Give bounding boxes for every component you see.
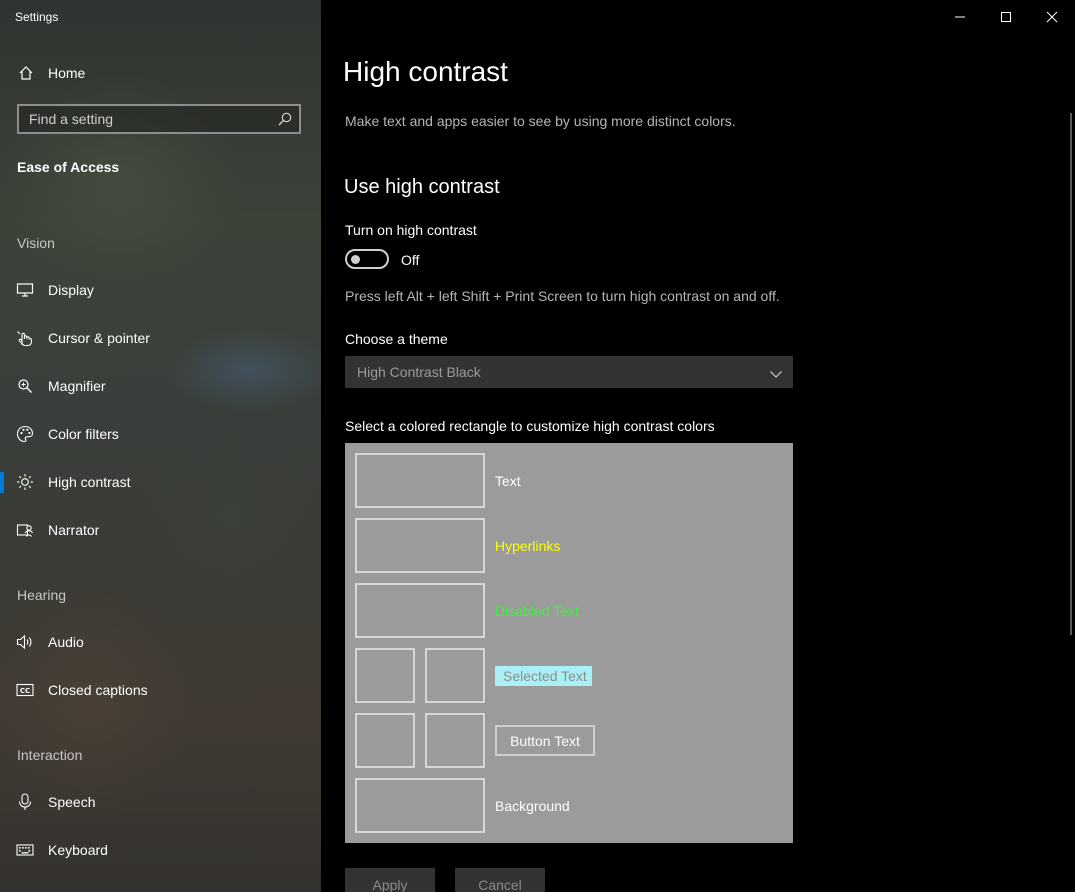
colors-label: Select a colored rectangle to customize … <box>345 418 715 434</box>
window-controls <box>937 0 1075 34</box>
search-box[interactable] <box>17 104 301 134</box>
home-icon <box>17 64 35 82</box>
scrollbar[interactable] <box>1070 113 1072 635</box>
sidebar-item-label: Color filters <box>48 426 119 442</box>
close-button[interactable] <box>1029 0 1075 34</box>
sidebar-item-label: Speech <box>48 794 96 810</box>
sidebar-item-audio[interactable]: Audio <box>0 622 321 662</box>
sun-icon <box>16 473 34 491</box>
sidebar-item-label: Cursor & pointer <box>48 330 150 346</box>
group-label-vision: Vision <box>17 235 55 251</box>
close-icon <box>1046 11 1058 23</box>
sidebar-item-label: Keyboard <box>48 842 108 858</box>
sidebar-item-speech[interactable]: Speech <box>0 782 321 822</box>
sidebar-item-narrator[interactable]: Narrator <box>0 510 321 550</box>
home-nav-item[interactable]: Home <box>17 64 85 82</box>
shortcut-hint: Press left Alt + left Shift + Print Scre… <box>345 288 780 304</box>
hyperlinks-color-swatch[interactable] <box>355 518 485 573</box>
theme-dropdown[interactable]: High Contrast Black <box>345 356 793 388</box>
sidebar-item-display[interactable]: Display <box>0 270 321 310</box>
group-label-hearing: Hearing <box>17 587 67 603</box>
selected-text-background-swatch[interactable] <box>425 648 485 703</box>
minimize-icon <box>955 16 965 18</box>
sidebar-item-magnifier[interactable]: Magnifier <box>0 366 321 406</box>
svg-text:CC: CC <box>20 687 30 695</box>
cancel-button[interactable]: Cancel <box>455 868 545 892</box>
theme-selected-value: High Contrast Black <box>357 364 481 380</box>
sidebar-item-label: Display <box>48 282 94 298</box>
home-label: Home <box>48 65 86 81</box>
selected-text-label: Selected Text <box>495 666 592 686</box>
sidebar: Settings Home Ease of Access Vision Disp… <box>0 0 321 892</box>
sidebar-item-label: Magnifier <box>48 378 106 394</box>
chevron-down-icon <box>769 366 783 384</box>
hyperlinks-label: Hyperlinks <box>495 538 561 554</box>
minimize-button[interactable] <box>937 0 983 34</box>
maximize-icon <box>1001 12 1011 22</box>
theme-label: Choose a theme <box>345 331 448 347</box>
speaker-icon <box>16 633 34 651</box>
group-label-interaction: Interaction <box>17 747 83 763</box>
closed-captions-icon: CC <box>16 681 34 699</box>
keyboard-icon <box>16 841 34 859</box>
selected-text-foreground-swatch[interactable] <box>355 648 415 703</box>
sidebar-item-label: Narrator <box>48 522 100 538</box>
search-icon[interactable] <box>277 111 293 127</box>
text-label: Text <box>495 473 521 489</box>
narrator-icon <box>16 521 34 539</box>
section-title: Ease of Access <box>17 159 120 175</box>
color-palette: Text Hyperlinks Disabled Text Selected T… <box>345 443 793 843</box>
disabled-text-label: Disabled Text <box>495 603 579 619</box>
background-color-swatch[interactable] <box>355 778 485 833</box>
search-input[interactable] <box>19 106 279 132</box>
button-text-label: Button Text <box>495 725 595 756</box>
text-color-swatch[interactable] <box>355 453 485 508</box>
sidebar-item-closed-captions[interactable]: CC Closed captions <box>0 670 321 710</box>
magnifier-icon <box>16 377 34 395</box>
app-title: Settings <box>15 10 59 24</box>
sidebar-item-cursor-pointer[interactable]: Cursor & pointer <box>0 318 321 358</box>
high-contrast-toggle[interactable] <box>345 249 389 269</box>
microphone-icon <box>16 793 34 811</box>
sidebar-item-label: Audio <box>48 634 84 650</box>
maximize-button[interactable] <box>983 0 1029 34</box>
sidebar-item-label: Closed captions <box>48 682 148 698</box>
page-description: Make text and apps easier to see by usin… <box>345 113 736 129</box>
button-text-background-swatch[interactable] <box>425 713 485 768</box>
sidebar-item-color-filters[interactable]: Color filters <box>0 414 321 454</box>
sidebar-item-high-contrast[interactable]: High contrast <box>0 462 321 502</box>
disabled-text-color-swatch[interactable] <box>355 583 485 638</box>
settings-window: Settings Home Ease of Access Vision Disp… <box>0 0 1075 892</box>
sidebar-item-keyboard[interactable]: Keyboard <box>0 830 321 870</box>
toggle-label: Turn on high contrast <box>345 222 477 238</box>
button-text-foreground-swatch[interactable] <box>355 713 415 768</box>
sidebar-item-label: High contrast <box>48 474 131 490</box>
monitor-icon <box>16 281 34 299</box>
main-content: High contrast Make text and apps easier … <box>321 0 1075 892</box>
page-title: High contrast <box>343 56 508 87</box>
apply-button[interactable]: Apply <box>345 868 435 892</box>
background-label: Background <box>495 798 570 814</box>
pointer-hand-icon <box>16 329 34 347</box>
section-title: Use high contrast <box>344 176 500 198</box>
toggle-state-text: Off <box>401 252 420 268</box>
toggle-knob <box>351 255 360 264</box>
palette-icon <box>16 425 34 443</box>
